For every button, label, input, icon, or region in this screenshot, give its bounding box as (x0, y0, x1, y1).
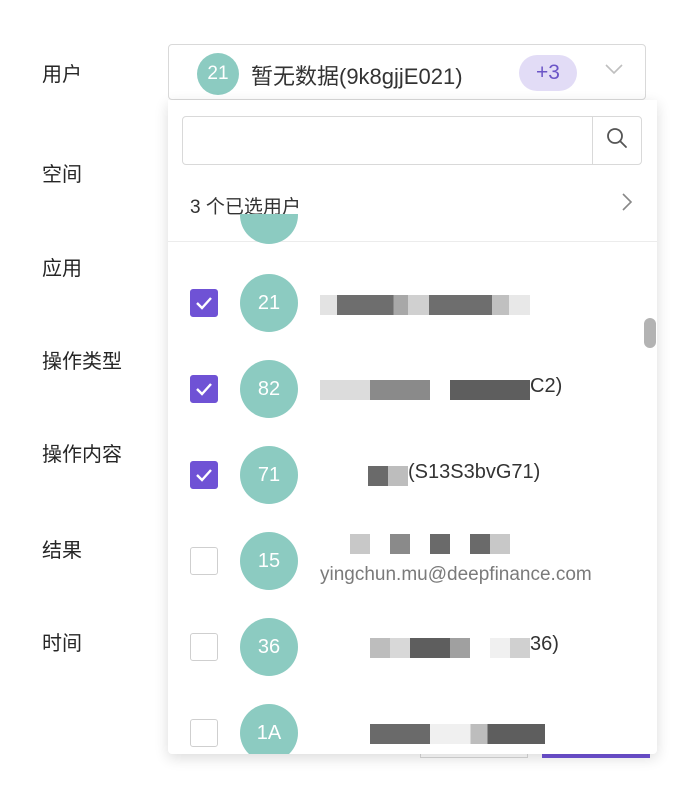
user-avatar: 21 (240, 274, 298, 332)
selected-users-row[interactable]: 3 个已选用户 (168, 170, 657, 242)
label-space: 空间 (42, 164, 82, 186)
redacted-name (450, 380, 530, 400)
redacted-name (368, 466, 408, 486)
user-email: yingchun.mu@deepfinance.com (320, 564, 592, 585)
user-avatar: 71 (240, 446, 298, 504)
label-operation-content: 操作内容 (42, 444, 122, 466)
chevron-down-icon[interactable] (604, 62, 624, 80)
list-item[interactable]: 15 yingchun.mu@deepfinance.com (168, 518, 657, 604)
redacted-name (350, 534, 370, 554)
redacted-name (370, 638, 470, 658)
redacted-name (430, 534, 450, 554)
list-item[interactable]: 21 (168, 260, 657, 346)
user-avatar: 1A (240, 704, 298, 754)
user-avatar: 36 (240, 618, 298, 676)
redacted-name (470, 534, 510, 554)
redacted-name (320, 380, 370, 400)
redacted-name (490, 638, 530, 658)
label-user: 用户 (42, 64, 82, 86)
search-box (182, 116, 642, 165)
list-item[interactable]: 71 (S13S3bvG71) (168, 432, 657, 518)
item-checkbox[interactable] (190, 719, 218, 747)
user-select[interactable]: 21 暂无数据(9k8gjjE021) +3 (168, 44, 646, 100)
redacted-name (320, 295, 530, 315)
user-avatar: 15 (240, 532, 298, 590)
more-selected-tag: +3 (519, 55, 577, 91)
redacted-name (430, 724, 545, 744)
item-checkbox[interactable] (190, 461, 218, 489)
selected-user-name: 暂无数据(9k8gjjE021) (251, 64, 463, 89)
item-checkbox[interactable] (190, 633, 218, 661)
redacted-name (370, 724, 430, 744)
user-name: (S13S3bvG71) (408, 461, 541, 483)
user-avatar: 82 (240, 360, 298, 418)
redacted-name (370, 380, 430, 400)
search-button[interactable] (592, 117, 641, 164)
item-checkbox[interactable] (190, 547, 218, 575)
item-checkbox[interactable] (190, 375, 218, 403)
search-input[interactable] (183, 117, 593, 164)
selected-user-avatar: 21 (197, 53, 239, 95)
label-app: 应用 (42, 258, 82, 280)
list-item[interactable]: 36 36) (168, 604, 657, 690)
list-item[interactable]: 1A (168, 690, 657, 754)
redacted-name (390, 534, 410, 554)
label-time: 时间 (42, 633, 82, 655)
chevron-right-icon (621, 192, 633, 217)
label-operation-type: 操作类型 (42, 351, 122, 373)
list-item[interactable]: 82 C2) (168, 346, 657, 432)
user-list: 21 82 C2) 71 (S13S3bvG71) 15 yingchun.mu… (168, 242, 657, 754)
search-icon (606, 127, 628, 154)
user-name: 36) (530, 633, 559, 655)
label-result: 结果 (42, 540, 82, 562)
item-checkbox[interactable] (190, 289, 218, 317)
user-name: C2) (530, 375, 563, 397)
user-dropdown: 3 个已选用户 21 82 C2) 71 (S13S3bvG71) 15 yin… (168, 100, 657, 754)
scrollbar-thumb[interactable] (644, 318, 656, 348)
